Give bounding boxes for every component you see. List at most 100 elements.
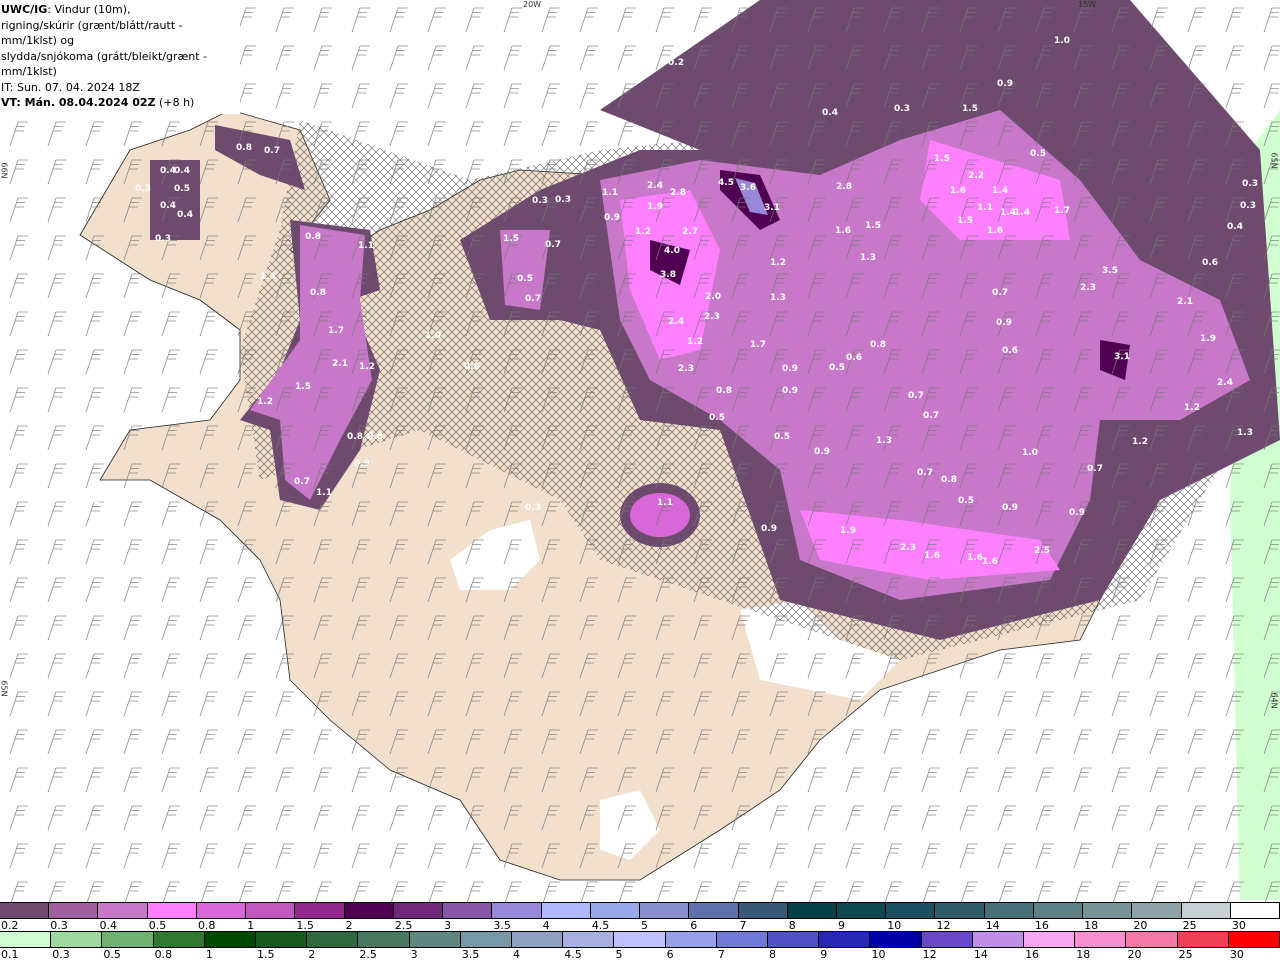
precip-value: 1.6 xyxy=(987,226,1003,236)
precip-value: 1.3 xyxy=(1237,428,1253,438)
legend-label: 20 xyxy=(1127,948,1142,961)
precip-value: 1.4 xyxy=(1014,208,1030,218)
precip-value: 0.3 xyxy=(135,184,151,194)
model-name: UWC/IG xyxy=(1,3,48,16)
legend-swatch xyxy=(1228,932,1280,947)
precip-value: 1.2 xyxy=(257,397,273,407)
lat-label: 66N xyxy=(0,162,9,179)
precip-value: 0.9 xyxy=(814,447,830,457)
precip-value: 2.1 xyxy=(332,359,348,369)
precip-value: 1.2 xyxy=(770,258,786,268)
precip-value: 1.9 xyxy=(647,202,663,212)
precip-value: 0.7 xyxy=(525,294,541,304)
precip-value: 0.8 xyxy=(367,432,383,442)
legend-label: 4.5 xyxy=(564,948,582,961)
precip-value: 4.0 xyxy=(664,246,680,256)
precip-value: 0.5 xyxy=(958,496,974,506)
precip-value: 1.1 xyxy=(602,188,618,198)
precip-value: 1.1 xyxy=(358,241,374,251)
legend-swatch xyxy=(147,903,197,918)
legend-swatch xyxy=(0,903,50,918)
legend-label: 7 xyxy=(717,948,725,961)
precip-value: 0.7 xyxy=(1087,464,1103,474)
precip-value: 2.3 xyxy=(900,543,916,553)
precip-value: 2.8 xyxy=(670,188,686,198)
legend-label: 14 xyxy=(973,948,988,961)
legend-swatch xyxy=(0,932,52,947)
precip-value: 0.8 xyxy=(941,475,957,485)
precip-value: 0.8 xyxy=(347,432,363,442)
legend-swatch xyxy=(972,932,1025,947)
title-line3: slydda/snjókoma (grátt/bleikt/grænt - mm… xyxy=(1,49,208,79)
legend-swatch xyxy=(344,903,394,918)
precip-value: 1.9 xyxy=(840,526,856,536)
legend-label: 0.5 xyxy=(103,948,121,961)
legend-swatch xyxy=(204,932,257,947)
legend-swatch xyxy=(886,903,936,918)
legend-swatch xyxy=(393,903,444,918)
precip-value: 2.5 xyxy=(1034,546,1050,556)
lon-label: 15W xyxy=(1078,0,1097,9)
legend-label: 1.5 xyxy=(257,948,275,961)
precip-value: 1.5 xyxy=(957,216,973,226)
precip-value: 1.6 xyxy=(967,553,983,563)
legend-swatch xyxy=(98,903,148,918)
lon-label: 20W xyxy=(523,0,542,9)
legend-label: 18 xyxy=(1076,948,1091,961)
precip-value: 1.2 xyxy=(359,362,375,372)
precip-value: 0.7 xyxy=(917,468,933,478)
precip-value: 4.5 xyxy=(718,178,734,188)
precip-value: 0.5 xyxy=(1030,149,1046,159)
precip-value: 0.4 xyxy=(822,108,838,118)
precip-value: 2.4 xyxy=(647,181,663,191)
legend-swatch xyxy=(49,903,99,918)
legend-swatch xyxy=(563,932,615,947)
precip-value: 3.1 xyxy=(764,203,780,213)
precip-value: 0.5 xyxy=(517,274,533,284)
precip-value: 0.4 xyxy=(174,166,190,176)
precip-value: 0.7 xyxy=(294,477,310,487)
precip-value: 1.6 xyxy=(835,226,851,236)
legend-swatch xyxy=(307,932,359,947)
legend-swatch xyxy=(689,903,739,918)
legend-swatch xyxy=(1181,903,1231,918)
legend-swatch xyxy=(819,932,871,947)
precip-value: 1.7 xyxy=(328,326,344,336)
legend-label: 0.8 xyxy=(154,948,173,961)
precip-value: 1.1 xyxy=(316,488,332,498)
lat-label: 65N xyxy=(1269,152,1279,169)
precip-value: 0.5 xyxy=(174,184,190,194)
legend-swatch xyxy=(256,932,308,947)
map-info-panel: UWC/IG: Vindur (10m), rigning/skúrir (gr… xyxy=(0,0,240,114)
precip-value: 0.8 xyxy=(236,143,252,153)
legend-label: 5 xyxy=(615,948,623,961)
valid-offset: (+8 h) xyxy=(155,96,195,109)
legend-swatch xyxy=(768,932,820,947)
precip-value: 0.3 xyxy=(1240,201,1256,211)
precip-value: 0.9 xyxy=(1002,503,1018,513)
precip-value: 1.5 xyxy=(934,154,950,164)
precip-value: 0.3 xyxy=(289,18,305,28)
precip-value: 0.9 xyxy=(604,213,620,223)
legend-label: 25 xyxy=(1178,948,1193,961)
precip-value: 3.6 xyxy=(740,183,756,193)
legend-swatch xyxy=(196,903,247,918)
precip-value: 1.6 xyxy=(982,557,998,567)
legend-swatch xyxy=(614,932,666,947)
precip-value: 0.2 xyxy=(668,58,684,68)
precip-value: 0.8 xyxy=(870,340,886,350)
precip-value: 1.6 xyxy=(950,186,966,196)
precip-value: 0.9 xyxy=(1069,508,1085,518)
precip-value: 0.3 xyxy=(894,104,910,114)
precip-value: 0.5 xyxy=(709,413,725,423)
precip-value: 0.9 xyxy=(997,79,1013,89)
precip-value: 1.0 xyxy=(1054,36,1070,46)
precip-value: 0.8 xyxy=(310,288,326,298)
legend-label: 12 xyxy=(922,948,937,961)
title-line1: : Vindur (10m), xyxy=(47,3,131,16)
precip-value: 0.3 xyxy=(1242,179,1258,189)
lat-label: 64N xyxy=(1269,692,1279,709)
legend-label: 4 xyxy=(513,948,521,961)
legend-swatch xyxy=(984,903,1034,918)
precip-value: 0.2 xyxy=(84,496,100,506)
